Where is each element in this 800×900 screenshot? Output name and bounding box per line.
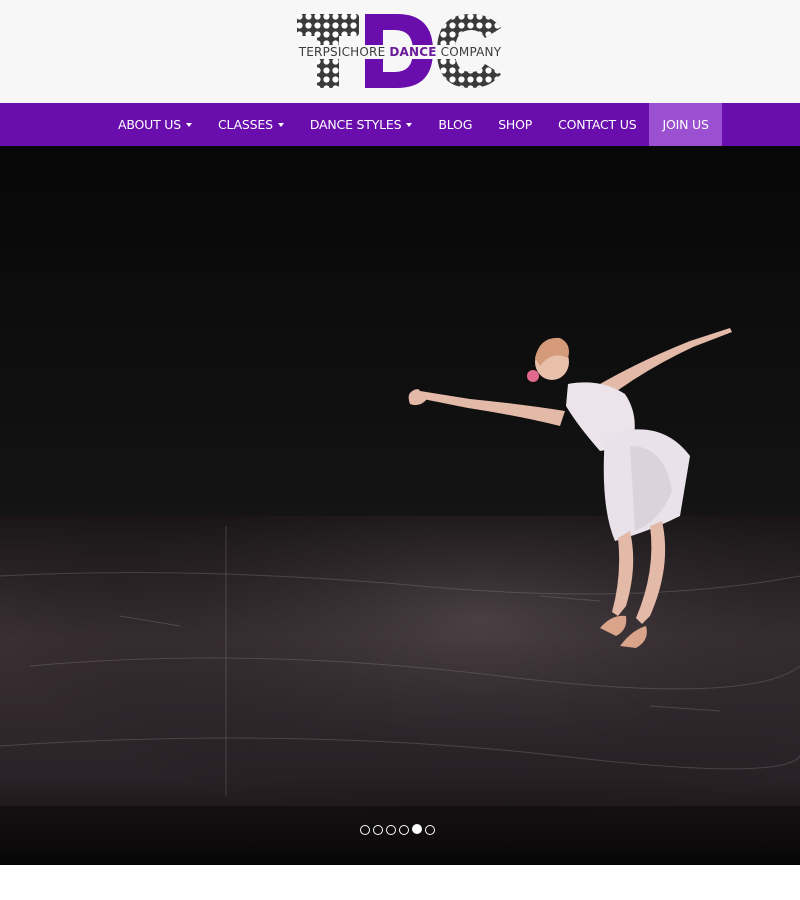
hero-slider[interactable]: [0, 146, 800, 865]
nav-item-classes[interactable]: CLASSES: [205, 103, 297, 146]
nav-label: JOIN US: [662, 117, 709, 132]
slider-pagination: [360, 824, 435, 836]
site-header: TERPSICHORE DANCE COMPANY: [0, 0, 800, 103]
slider-dot-2[interactable]: [373, 825, 383, 835]
tagline-text-2: COMPANY: [436, 45, 502, 59]
nav-item-join-us[interactable]: JOIN US: [649, 103, 722, 146]
logo-tagline: TERPSICHORE DANCE COMPANY: [295, 45, 505, 59]
slider-dot-5[interactable]: [412, 824, 422, 834]
slider-dot-6[interactable]: [425, 825, 435, 835]
caret-down-icon: [186, 122, 192, 127]
nav-label: SHOP: [498, 117, 533, 132]
tagline-text-1: TERPSICHORE: [298, 45, 390, 59]
nav-label: DANCE STYLES: [309, 117, 402, 132]
slider-dot-3[interactable]: [386, 825, 396, 835]
nav-label: BLOG: [438, 117, 473, 132]
nav-item-dance-styles[interactable]: DANCE STYLES: [297, 103, 426, 146]
nav-menu: ABOUT US CLASSES DANCE STYLES BLOG SHOP …: [105, 103, 722, 146]
nav-label: ABOUT US: [118, 117, 181, 132]
nav-item-contact-us[interactable]: CONTACT US: [545, 103, 649, 146]
nav-label: CLASSES: [218, 117, 273, 132]
slider-dot-1[interactable]: [360, 825, 370, 835]
nav-item-blog[interactable]: BLOG: [425, 103, 485, 146]
hero-photo-dancer: [0, 146, 800, 865]
caret-down-icon: [277, 122, 284, 127]
nav-item-about-us[interactable]: ABOUT US: [105, 103, 205, 146]
nav-item-shop[interactable]: SHOP: [485, 103, 545, 146]
main-navbar: ABOUT US CLASSES DANCE STYLES BLOG SHOP …: [0, 103, 800, 146]
tdc-logo[interactable]: TERPSICHORE DANCE COMPANY: [295, 12, 505, 90]
tagline-accent: DANCE: [389, 45, 437, 59]
nav-label: CONTACT US: [558, 117, 637, 132]
caret-down-icon: [406, 122, 413, 127]
slider-dot-4[interactable]: [399, 825, 409, 835]
